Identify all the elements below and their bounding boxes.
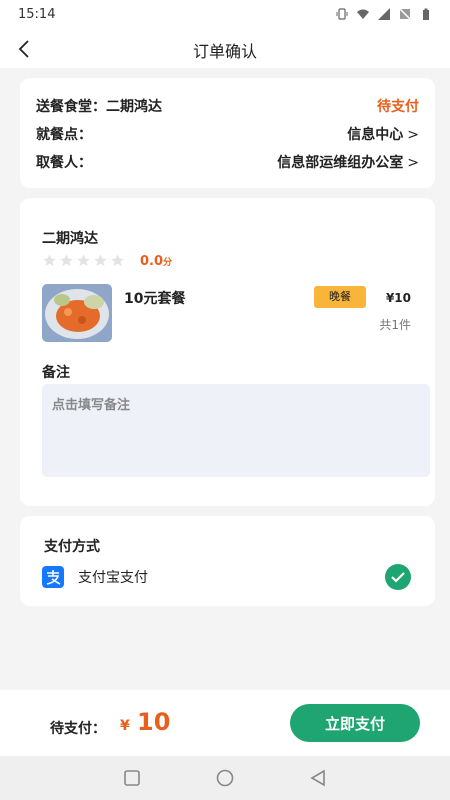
payment-method-name: 支付宝支付 [78,570,148,586]
amount-due-value: 10 [137,708,171,736]
back-triangle-icon[interactable] [308,768,328,788]
order-info-card: 送餐食堂：二期鸿达 待支付 就餐点： 信息中心 > 取餐人： 信息部运维组办公室 > [20,78,435,188]
star-icon [77,254,90,267]
shop-name: 二期鸿达 [42,231,98,247]
rating-score: 0.0分 [140,254,173,269]
dish-name: 10元套餐 [124,291,186,307]
status-icons [336,8,432,20]
remark-label: 备注 [42,365,70,381]
pay-now-button[interactable]: 立即支付 [290,704,420,742]
receiver-label: 取餐人： [36,155,92,171]
vibrate-icon [336,8,348,20]
battery-icon [423,8,429,20]
remark-input[interactable] [42,384,430,477]
chevron-right-icon: > [407,127,419,143]
canteen-row: 送餐食堂：二期鸿达 待支付 [36,96,419,118]
dish-price: ¥10 [385,291,411,305]
bottom-pay-bar: 待支付： ¥ 10 立即支付 [0,690,450,756]
nav-bar: 订单确认 [0,30,450,68]
home-icon[interactable] [215,768,235,788]
payment-title: 支付方式 [44,539,100,555]
star-icon [111,254,124,267]
amount-due-label: 待支付： [50,721,106,737]
star-icon [94,254,107,267]
chevron-right-icon: > [407,155,419,171]
dining-point-value: 信息中心 [347,127,404,143]
currency-symbol: ¥ [120,718,130,734]
canteen-value: 二期鸿达 [106,99,162,115]
dish-quantity: 共1件 [379,318,411,332]
rating-stars [42,253,125,268]
signal-icon [378,8,390,20]
payment-option-alipay[interactable]: 支付宝支付 [40,564,411,590]
check-circle-icon[interactable] [385,564,411,590]
star-icon [60,254,73,267]
status-bar: 15:14 [0,0,450,30]
system-nav-bar [0,756,450,800]
receiver-value: 信息部运维组办公室 [277,155,404,171]
meal-tag: 晚餐 [314,286,366,308]
star-icon [43,254,56,267]
recent-apps-icon[interactable] [122,768,142,788]
payment-card: 支付方式 支付宝支付 [20,516,435,606]
status-time: 15:14 [18,7,56,22]
receiver-row[interactable]: 取餐人： 信息部运维组办公室 > [36,152,419,174]
dining-point-label: 就餐点： [36,127,92,143]
canteen-label: 送餐食堂： [36,99,106,115]
order-status: 待支付 [377,99,419,115]
alipay-icon [42,566,64,588]
page-title: 订单确认 [192,42,257,61]
order-items-card: 二期鸿达 0.0分 10元套餐 晚餐 ¥10 共1件 备注 [20,198,435,506]
no-sim-icon [399,8,411,20]
dining-point-row[interactable]: 就餐点： 信息中心 > [36,124,419,146]
dish-image [42,284,112,342]
wifi-icon [357,9,369,19]
